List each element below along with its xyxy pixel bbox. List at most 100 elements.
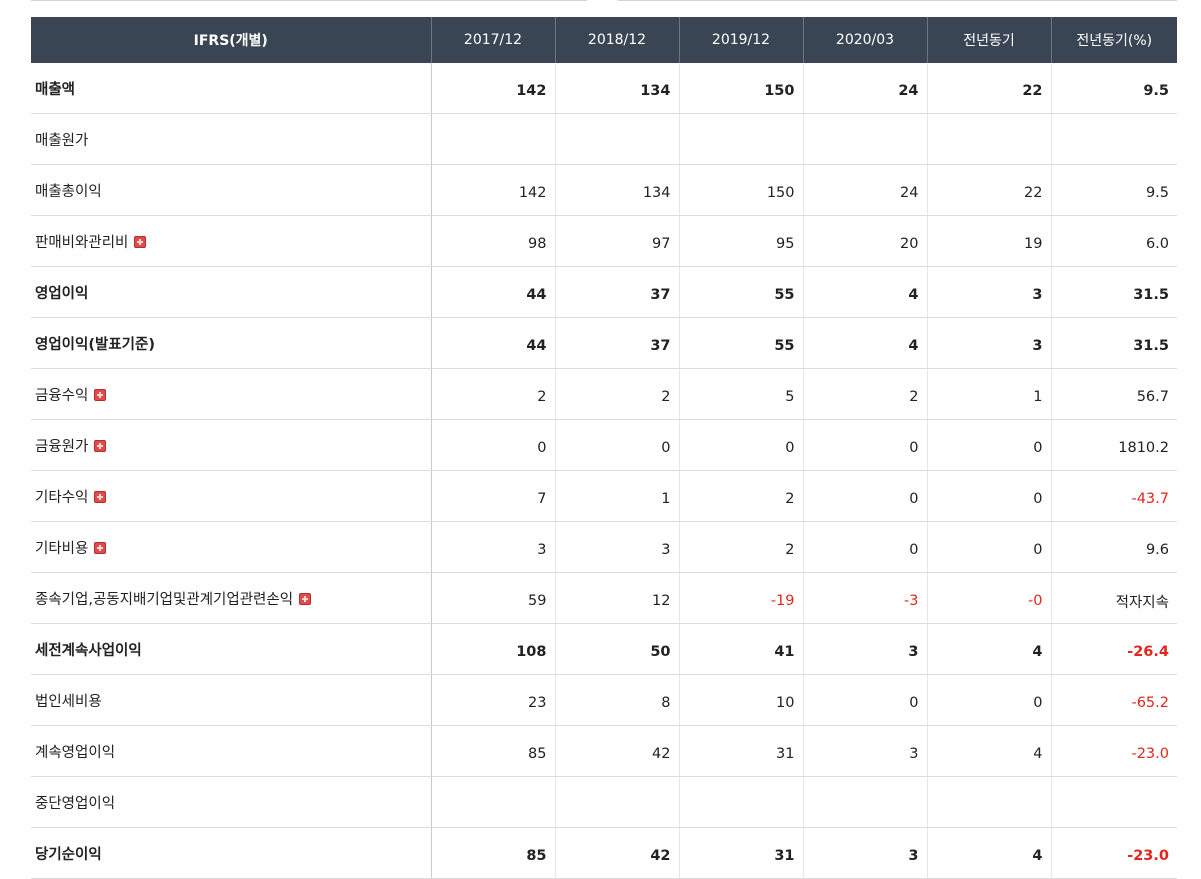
value-cell: 2: [555, 368, 680, 420]
value-cell: 1: [555, 470, 680, 522]
value-cell: -65.2: [1051, 674, 1177, 726]
value-cell: [803, 776, 928, 828]
column-header-2019-12: 2019/12: [679, 17, 804, 63]
plus-icon[interactable]: [94, 439, 107, 452]
row-label-cell[interactable]: 기타비용: [31, 521, 432, 573]
value-cell: 12: [555, 572, 680, 624]
value-cell: -19: [679, 572, 804, 624]
value-cell: 0: [927, 470, 1052, 522]
value-cell: [679, 113, 804, 165]
row-label: 세전계속사업이익: [35, 642, 142, 659]
value-cell: 31.5: [1051, 266, 1177, 318]
value-cell: 97: [555, 215, 680, 267]
row-label-cell[interactable]: 종속기업,공동지배기업및관계기업관련손익: [31, 572, 432, 624]
table-row: 영업이익 44 37 55 4 3 31.5: [31, 266, 1177, 318]
value-cell: 42: [555, 827, 680, 879]
table-row: 매출총이익 142 134 150 24 22 9.5: [31, 164, 1177, 216]
plus-icon[interactable]: [94, 490, 107, 503]
plus-icon[interactable]: [299, 592, 312, 605]
value-cell: 37: [555, 266, 680, 318]
top-divider-right: [618, 0, 1177, 1]
value-cell: 0: [803, 470, 928, 522]
row-label: 영업이익(발표기준): [35, 336, 155, 353]
value-cell: 31: [679, 725, 804, 777]
table-row: 매출액 142 134 150 24 22 9.5: [31, 63, 1177, 114]
row-label: 당기순이익: [35, 846, 102, 863]
value-cell: 6.0: [1051, 215, 1177, 267]
row-label: 매출총이익: [35, 183, 102, 200]
value-cell: 22: [927, 63, 1052, 114]
row-label-cell[interactable]: 금융원가: [31, 419, 432, 471]
row-label-cell: 매출총이익: [31, 164, 432, 216]
value-cell: 59: [431, 572, 556, 624]
row-label: 법인세비용: [35, 693, 102, 710]
plus-icon[interactable]: [94, 388, 107, 401]
value-cell: 2: [679, 470, 804, 522]
table-header-row: IFRS(개별) 2017/12 2018/12 2019/12 2020/03…: [31, 17, 1177, 63]
value-cell: 0: [431, 419, 556, 471]
row-label: 중단영업이익: [35, 795, 116, 812]
value-cell: -43.7: [1051, 470, 1177, 522]
value-cell: 3: [927, 317, 1052, 369]
value-cell: 19: [927, 215, 1052, 267]
value-cell: 31.5: [1051, 317, 1177, 369]
table-row: 중단영업이익: [31, 776, 1177, 828]
value-cell: 3: [431, 521, 556, 573]
value-cell: 3: [803, 623, 928, 675]
table-row: 계속영업이익 85 42 31 3 4 -23.0: [31, 725, 1177, 777]
top-divider-left: [31, 0, 587, 1]
value-cell: 8: [555, 674, 680, 726]
row-label-cell: 법인세비용: [31, 674, 432, 726]
table-row: 기타수익 7 1 2 0 0 -43.7: [31, 470, 1177, 522]
value-cell: 적자지속: [1051, 572, 1177, 624]
value-cell: 4: [803, 266, 928, 318]
table-row: 판매비와관리비 98 97 95 20 19 6.0: [31, 215, 1177, 267]
value-cell: -0: [927, 572, 1052, 624]
value-cell: 55: [679, 266, 804, 318]
value-cell: 55: [679, 317, 804, 369]
value-cell: 41: [679, 623, 804, 675]
value-cell: [555, 776, 680, 828]
value-cell: 31: [679, 827, 804, 879]
value-cell: -26.4: [1051, 623, 1177, 675]
column-header-prev-period: 전년동기: [927, 17, 1052, 63]
table-row: 세전계속사업이익 108 50 41 3 4 -26.4: [31, 623, 1177, 675]
column-header-2017-12: 2017/12: [431, 17, 556, 63]
row-label: 영업이익: [35, 285, 89, 302]
value-cell: 23: [431, 674, 556, 726]
row-label-cell[interactable]: 기타수익: [31, 470, 432, 522]
column-header-2018-12: 2018/12: [555, 17, 680, 63]
value-cell: 142: [431, 63, 556, 114]
value-cell: 10: [679, 674, 804, 726]
value-cell: 20: [803, 215, 928, 267]
value-cell: 7: [431, 470, 556, 522]
row-label: 매출원가: [35, 132, 89, 149]
row-label-cell: 당기순이익: [31, 827, 432, 879]
value-cell: 2: [431, 368, 556, 420]
value-cell: 3: [555, 521, 680, 573]
value-cell: 3: [803, 725, 928, 777]
value-cell: 1810.2: [1051, 419, 1177, 471]
row-label-cell[interactable]: 판매비와관리비: [31, 215, 432, 267]
value-cell: [555, 113, 680, 165]
value-cell: 150: [679, 63, 804, 114]
financial-statement-table: IFRS(개별) 2017/12 2018/12 2019/12 2020/03…: [31, 17, 1177, 879]
value-cell: [803, 113, 928, 165]
table-row: 금융수익 2 2 5 2 1 56.7: [31, 368, 1177, 420]
row-label: 금융원가: [35, 438, 89, 455]
value-cell: 2: [679, 521, 804, 573]
value-cell: 150: [679, 164, 804, 216]
value-cell: [1051, 113, 1177, 165]
value-cell: 56.7: [1051, 368, 1177, 420]
plus-icon[interactable]: [94, 541, 107, 554]
row-label-cell[interactable]: 금융수익: [31, 368, 432, 420]
value-cell: 134: [555, 164, 680, 216]
table-row: 기타비용 3 3 2 0 0 9.6: [31, 521, 1177, 573]
value-cell: 50: [555, 623, 680, 675]
value-cell: [1051, 776, 1177, 828]
plus-icon[interactable]: [134, 235, 147, 248]
value-cell: 37: [555, 317, 680, 369]
value-cell: 3: [927, 266, 1052, 318]
row-label-cell: 세전계속사업이익: [31, 623, 432, 675]
row-label: 금융수익: [35, 387, 89, 404]
